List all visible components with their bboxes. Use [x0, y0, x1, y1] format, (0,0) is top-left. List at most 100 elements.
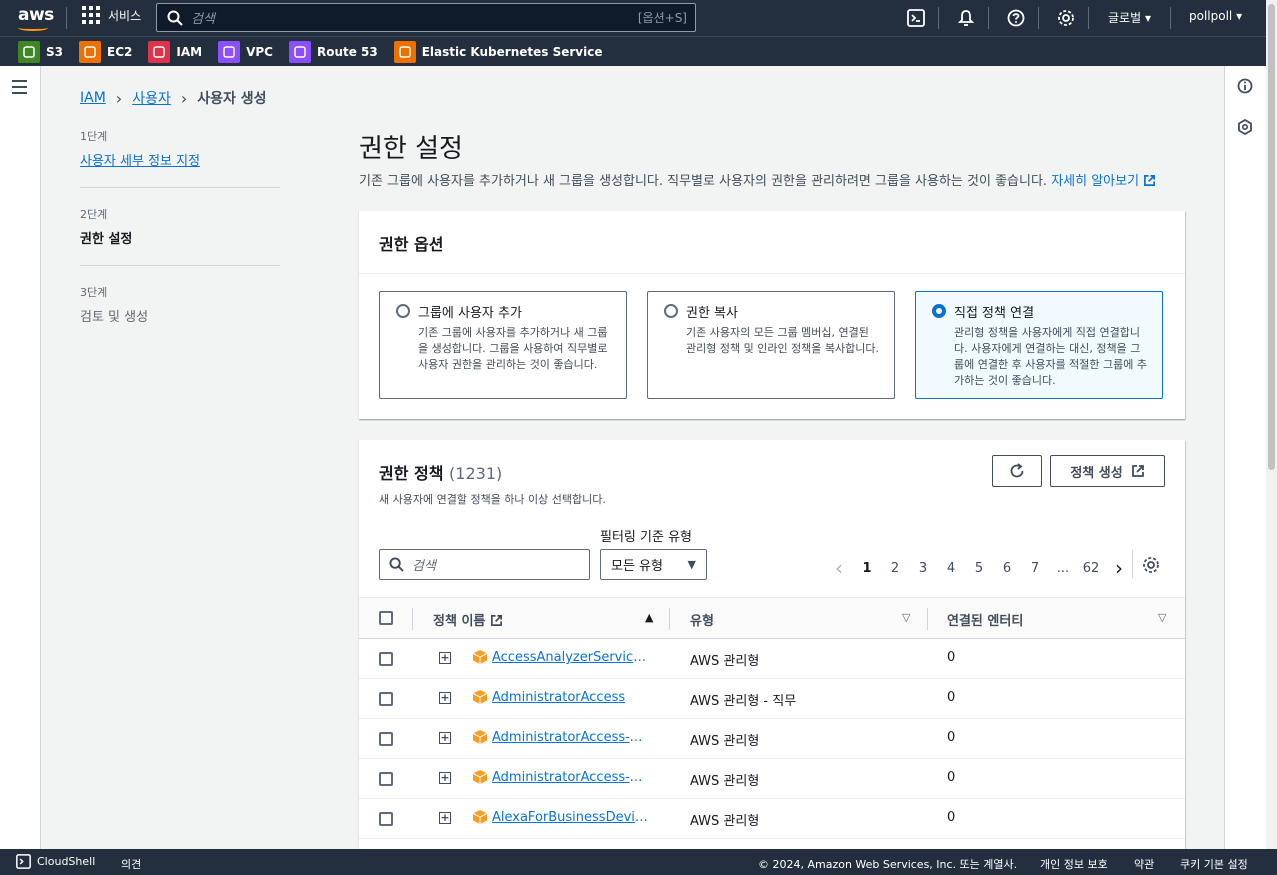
- column-divider: [927, 608, 928, 630]
- select-all-checkbox[interactable]: [379, 611, 393, 625]
- step-number: 2단계: [80, 208, 108, 221]
- chevron-right-icon[interactable]: ›: [1105, 556, 1133, 580]
- favorite-route-53[interactable]: Route 53: [288, 40, 378, 63]
- wizard-steps: 1단계 사용자 세부 정보 지정 2단계 권한 설정 3단계 검토 및 생성: [80, 128, 280, 361]
- table-header: 정책 이름 ▲ 유형 ▽ 연결된 엔터티 ▽: [359, 597, 1185, 639]
- external-link-icon: [490, 615, 502, 626]
- sort-icon[interactable]: ▽: [902, 611, 910, 624]
- expand-icon[interactable]: +: [439, 772, 451, 784]
- panel-description: 새 사용자에 연결할 정책을 하나 이상 선택합니다.: [379, 493, 606, 506]
- policy-name-link[interactable]: AdministratorAccess: [492, 690, 650, 705]
- hexagon-icon[interactable]: [1237, 119, 1253, 135]
- nav-divider: [66, 7, 67, 29]
- policy-name-link[interactable]: AdministratorAccess-AWSElasticBeanstalk: [492, 770, 650, 785]
- aws-managed-cube-icon: [472, 650, 488, 664]
- page-scrollbar[interactable]: [1266, 0, 1277, 849]
- row-checkbox[interactable]: [379, 812, 393, 826]
- policy-name-link[interactable]: AlexaForBusinessDeviceSetup: [492, 810, 650, 825]
- breadcrumb-iam[interactable]: IAM: [80, 90, 106, 106]
- page-0[interactable]: 1: [853, 561, 881, 576]
- chevron-left-icon[interactable]: ‹: [825, 556, 853, 580]
- cloudshell-icon[interactable]: [906, 8, 926, 28]
- favorite-iam[interactable]: IAM: [148, 40, 202, 63]
- aws-logo[interactable]: aws: [18, 5, 54, 31]
- settings-icon[interactable]: [1056, 8, 1076, 28]
- page-1[interactable]: 2: [881, 561, 909, 576]
- policy-name-link[interactable]: AccessAnalyzerServiceRolePolicy: [492, 650, 650, 665]
- feedback-link[interactable]: 의견: [121, 856, 141, 872]
- radio-button[interactable]: [664, 304, 678, 318]
- page-2[interactable]: 3: [909, 561, 937, 576]
- service-icon: [393, 40, 416, 63]
- page-3[interactable]: 4: [937, 561, 965, 576]
- policy-search-input[interactable]: 검색: [379, 549, 590, 580]
- expand-icon[interactable]: +: [439, 812, 451, 824]
- sort-icon[interactable]: ▽: [1158, 611, 1166, 624]
- attached-entities: 0: [947, 730, 956, 745]
- sort-ascending-icon[interactable]: ▲: [645, 611, 653, 624]
- page-5[interactable]: 6: [993, 561, 1021, 576]
- table-row[interactable]: + AdministratorAccess-Amplify AWS 관리형 0: [359, 719, 1185, 759]
- search-input[interactable]: 검색 [옵션+S]: [156, 3, 696, 32]
- type-filter-select[interactable]: 모든 유형 ▼: [600, 549, 707, 580]
- step-1-link[interactable]: 사용자 세부 정보 지정: [80, 150, 280, 169]
- policy-type: AWS 관리형: [690, 654, 760, 669]
- breadcrumb-users[interactable]: 사용자: [132, 88, 171, 108]
- option-tile[interactable]: 그룹에 사용자 추가 기존 그룹에 사용자를 추가하거나 새 그룹을 생성합니다.…: [379, 291, 627, 399]
- notifications-icon[interactable]: [956, 8, 976, 28]
- row-checkbox[interactable]: [379, 732, 393, 746]
- favorite-label: Route 53: [316, 44, 378, 59]
- menu-icon[interactable]: [12, 80, 27, 98]
- info-icon[interactable]: [1237, 78, 1253, 94]
- create-policy-button[interactable]: 정책 생성: [1050, 455, 1165, 487]
- nav-divider: [1170, 7, 1171, 29]
- privacy-link[interactable]: 개인 정보 보호: [1040, 856, 1108, 872]
- cloudshell-button[interactable]: CloudShell: [16, 854, 95, 869]
- cookie-preferences-link[interactable]: 쿠키 기본 설정: [1180, 856, 1248, 872]
- refresh-icon: [1010, 463, 1024, 478]
- row-checkbox[interactable]: [379, 692, 393, 706]
- help-icon[interactable]: [1006, 8, 1026, 28]
- preferences-gear-icon[interactable]: [1142, 556, 1160, 574]
- page-8[interactable]: 62: [1077, 561, 1105, 576]
- page-title: 권한 설정: [359, 134, 463, 164]
- service-icon: [288, 40, 311, 63]
- expand-icon[interactable]: +: [439, 692, 451, 704]
- page-4[interactable]: 5: [965, 561, 993, 576]
- caret-down-icon: ▼: [687, 558, 696, 571]
- column-type[interactable]: 유형: [690, 610, 714, 629]
- option-tile[interactable]: 직접 정책 연결 관리형 정책을 사용자에게 직접 연결합니다. 사용자에게 연결…: [915, 291, 1163, 399]
- policy-name-link[interactable]: AdministratorAccess-Amplify: [492, 730, 650, 745]
- expand-icon[interactable]: +: [439, 732, 451, 744]
- option-title: 그룹에 사용자 추가: [418, 306, 522, 321]
- favorite-vpc[interactable]: VPC: [218, 40, 273, 63]
- service-icon: [79, 40, 101, 63]
- column-divider: [669, 608, 670, 630]
- table-row[interactable]: + AdministratorAccess AWS 관리형 - 직무 0: [359, 679, 1185, 719]
- refresh-button[interactable]: [992, 455, 1042, 487]
- radio-button[interactable]: [932, 304, 946, 318]
- terms-link[interactable]: 약관: [1134, 856, 1154, 872]
- type-filter-value: 모든 유형: [611, 559, 663, 574]
- favorite-elastic-kubernetes-service[interactable]: Elastic Kubernetes Service: [393, 40, 602, 63]
- table-row[interactable]: + AccessAnalyzerServiceRolePolicy AWS 관리형 0: [359, 639, 1185, 679]
- favorite-ec2[interactable]: EC2: [79, 40, 132, 63]
- radio-button[interactable]: [396, 304, 410, 318]
- table-row[interactable]: + AlexaForBusinessDeviceSetup AWS 관리형 0: [359, 799, 1185, 839]
- column-attached-entities[interactable]: 연결된 엔터티: [947, 610, 1023, 629]
- account-menu[interactable]: pollpoll ▾: [1189, 9, 1242, 23]
- row-checkbox[interactable]: [379, 652, 393, 666]
- policy-type: AWS 관리형: [690, 734, 760, 749]
- option-tile[interactable]: 권한 복사 기존 사용자의 모든 그룹 멤버십, 연결된 관리형 정책 및 인라인…: [647, 291, 895, 399]
- favorite-s3[interactable]: S3: [18, 40, 63, 63]
- page-6[interactable]: 7: [1021, 561, 1049, 576]
- region-selector[interactable]: 글로벌 ▾: [1108, 9, 1151, 26]
- expand-icon[interactable]: +: [439, 652, 451, 664]
- row-checkbox[interactable]: [379, 772, 393, 786]
- options-tiles: 그룹에 사용자 추가 기존 그룹에 사용자를 추가하거나 새 그룹을 생성합니다.…: [359, 274, 1185, 416]
- option-description: 관리형 정책을 사용자에게 직접 연결합니다. 사용자에게 연결하는 대신, 정…: [954, 326, 1148, 387]
- table-row[interactable]: + AdministratorAccess-AWSElasticBeanstalk…: [359, 759, 1185, 799]
- column-policy-name[interactable]: 정책 이름: [433, 610, 503, 629]
- services-button[interactable]: 서비스: [82, 6, 141, 24]
- learn-more-link[interactable]: 자세히 알아보기: [1051, 174, 1156, 189]
